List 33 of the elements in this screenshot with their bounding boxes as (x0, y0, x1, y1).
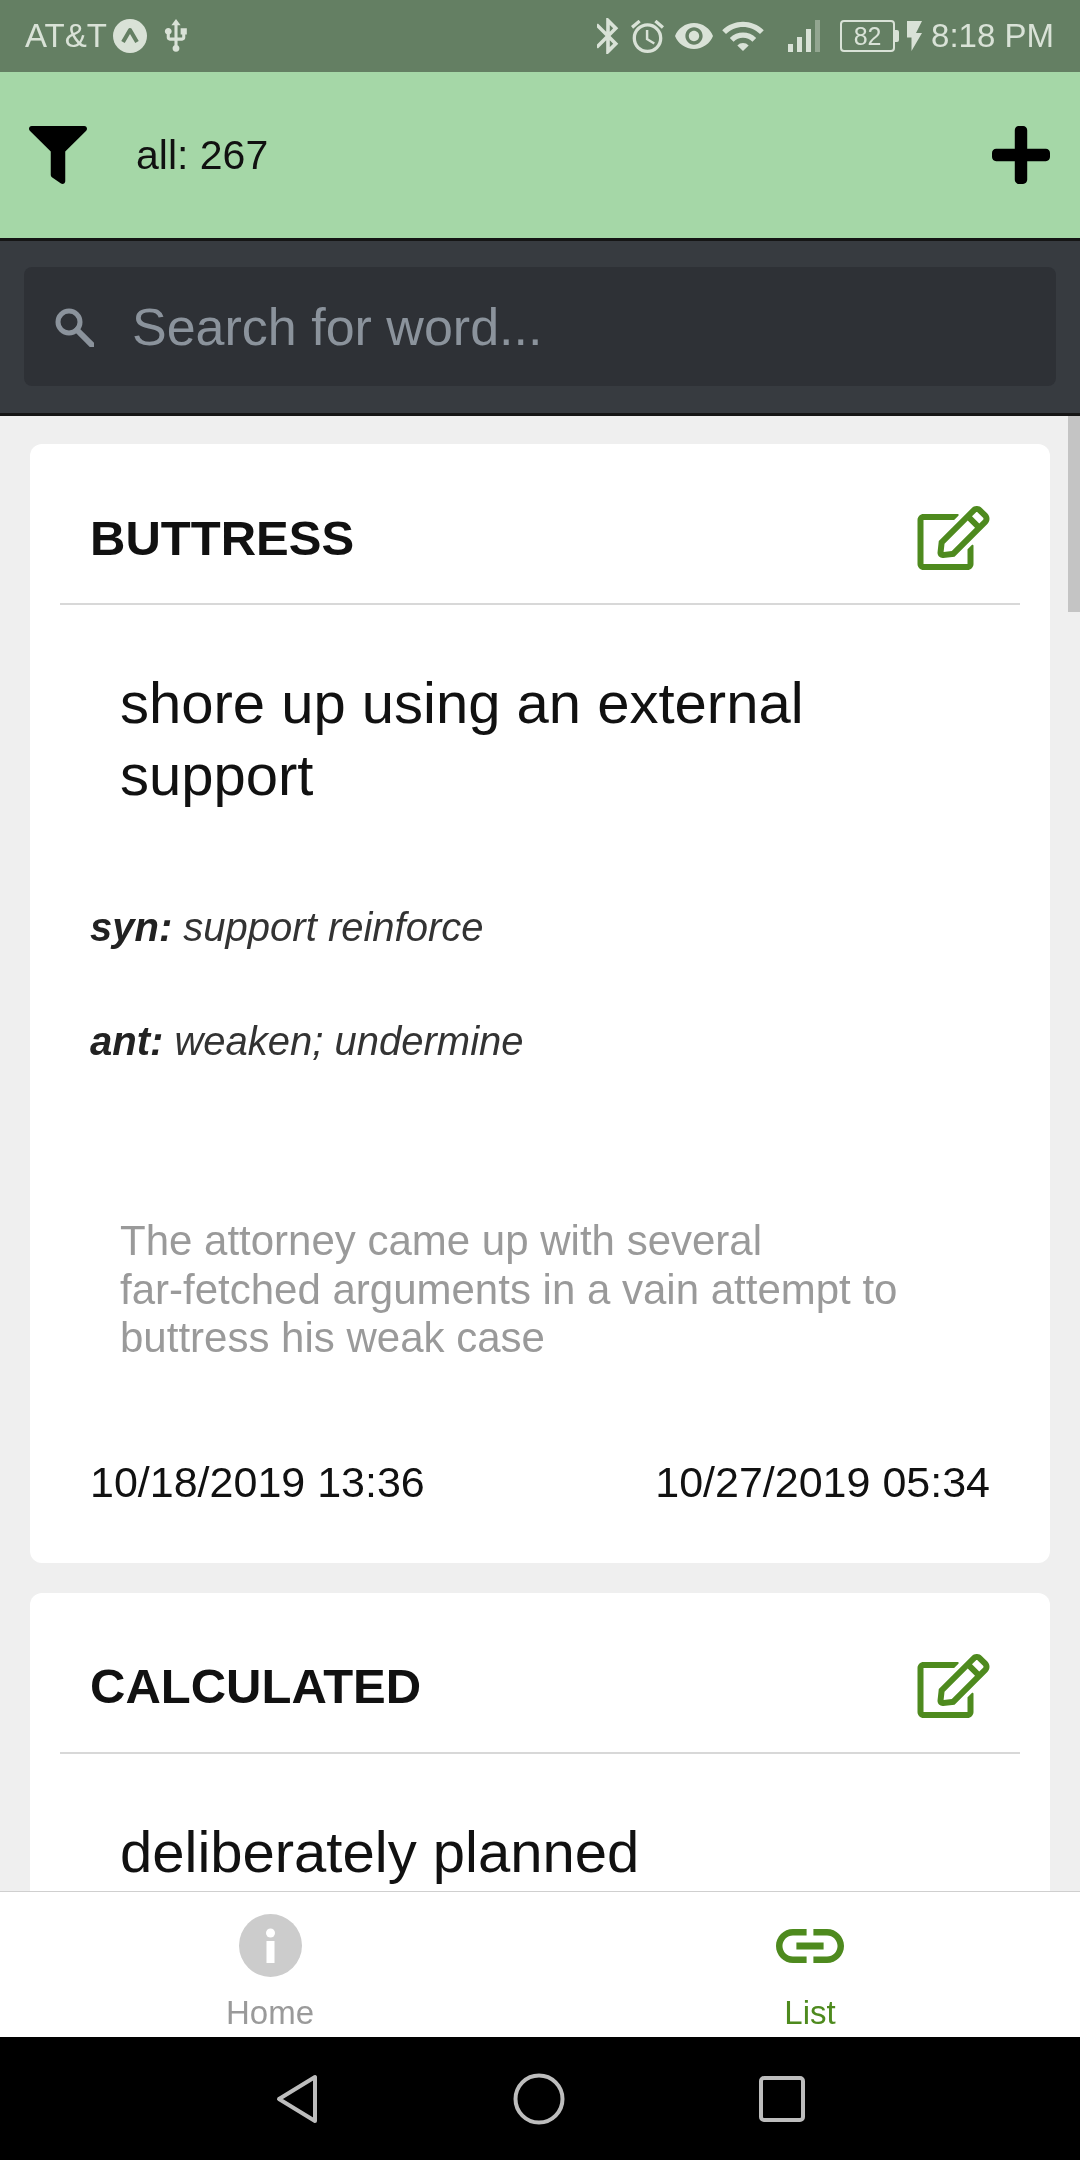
example-sentence: The attorney came up with several far-fetched arguments in a vain attempt to buttress his weak case (120, 1217, 899, 1363)
alarm-icon (631, 19, 665, 53)
eye-icon (675, 23, 714, 49)
updated-date: 10/27/2019 05:34 (655, 1456, 990, 1508)
link-icon (776, 1928, 844, 1963)
filter-icon[interactable] (29, 126, 87, 184)
search-icon (54, 307, 94, 347)
tab[interactable]: List (540, 1892, 1080, 2037)
wifi-icon (722, 19, 765, 53)
created-date: 10/18/2019 13:36 (90, 1456, 425, 1508)
antonyms-line: ant: weaken; undermine (90, 1018, 524, 1065)
tab[interactable]: Home (0, 1892, 540, 2037)
word-title: BUTTRESS (90, 509, 355, 566)
home-icon[interactable] (513, 2072, 565, 2125)
charging-bolt-icon (907, 21, 923, 51)
plus-icon[interactable] (992, 126, 1050, 184)
recents-icon[interactable] (759, 2075, 805, 2122)
edit-icon[interactable] (917, 505, 990, 570)
definition-text: deliberately planned (120, 1817, 641, 1886)
caret-circle-icon (112, 19, 147, 53)
word-count: all: 267 (136, 131, 269, 179)
usb-icon (163, 19, 188, 53)
edit-icon[interactable] (917, 1654, 990, 1718)
bluetooth-icon (597, 18, 620, 54)
search-field[interactable]: Search for word... (24, 267, 1056, 386)
definition-text: shore up using an external support (120, 669, 805, 809)
word-title: CALCULATED (90, 1658, 422, 1714)
battery-indicator: 82 (840, 20, 900, 52)
carrier-name: AT&T (25, 16, 107, 56)
info-icon (238, 1914, 302, 1977)
clock-time: 8:18 PM (931, 16, 1054, 56)
synonyms-line: syn: support reinforce (90, 904, 484, 951)
back-icon[interactable] (275, 2073, 319, 2124)
